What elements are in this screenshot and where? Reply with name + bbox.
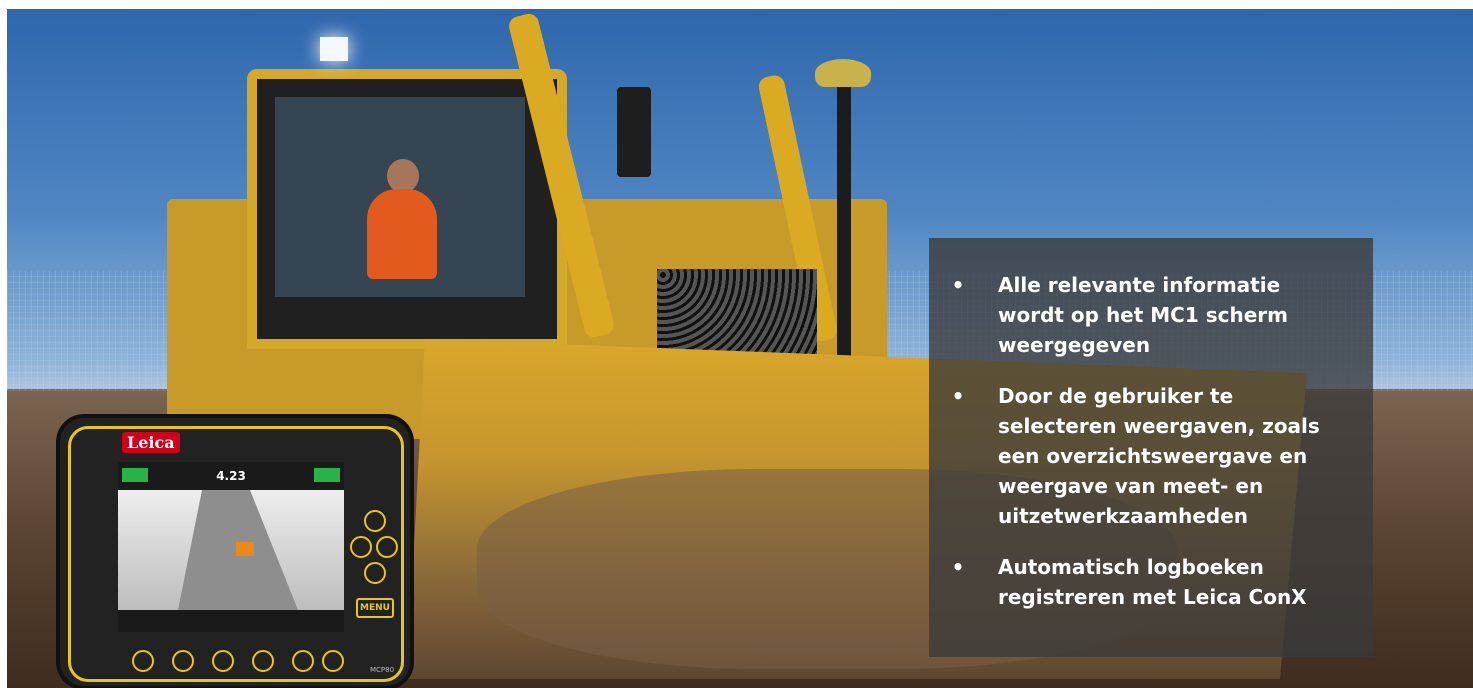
- machine-marker-icon: [236, 542, 254, 556]
- screen-softkey-bar: [118, 610, 344, 632]
- bullet-icon: •: [951, 384, 965, 408]
- feature-text: Alle relevante informatie wordt op het M…: [998, 273, 1288, 357]
- feature-list: • Alle relevante informatie wordt op het…: [929, 270, 1373, 633]
- device-model: MCP80: [370, 666, 395, 674]
- operator: [367, 189, 437, 279]
- softkey-1-icon: [132, 650, 154, 672]
- radiator-grille: [657, 269, 817, 359]
- screen-value: 4.23: [216, 469, 246, 483]
- bullet-icon: •: [951, 555, 965, 579]
- softkey-2-icon: [172, 650, 194, 672]
- feature-panel: • Alle relevante informatie wordt op het…: [929, 238, 1373, 657]
- exhaust-pipe: [617, 87, 651, 177]
- hero-banner: Leica 4.23 MENU MCP80 • Alle relevante i…: [0, 0, 1473, 688]
- softkey-4-icon: [252, 650, 274, 672]
- gnss-mast: [837, 69, 851, 369]
- arrow-up-icon: [364, 510, 386, 532]
- device-logo: Leica: [122, 432, 180, 453]
- mc1-control-panel: Leica 4.23 MENU MCP80: [60, 418, 410, 686]
- operator-head: [387, 159, 419, 193]
- gnss-antenna-icon: [815, 59, 871, 87]
- menu-key: MENU: [356, 598, 394, 618]
- softkey-5-icon: [292, 650, 314, 672]
- feature-item: • Automatisch logboeken registreren met …: [929, 552, 1373, 612]
- feature-item: • Alle relevante informatie wordt op het…: [929, 270, 1373, 360]
- bullet-icon: •: [951, 273, 965, 297]
- screen-indicator-left: [122, 468, 148, 482]
- screen-indicator-right: [314, 468, 340, 482]
- softkey-6-icon: [322, 650, 344, 672]
- arrow-down-icon: [364, 562, 386, 584]
- screen-topbar: 4.23: [118, 462, 344, 490]
- feature-text: Door de gebruiker te selecteren weergave…: [998, 384, 1320, 528]
- arrow-left-icon: [350, 536, 372, 558]
- feature-item: • Door de gebruiker te selecteren weerga…: [929, 381, 1373, 531]
- device-screen: 4.23: [118, 462, 344, 632]
- work-light-icon: [320, 37, 348, 61]
- arrow-right-icon: [376, 536, 398, 558]
- softkey-3-icon: [212, 650, 234, 672]
- feature-text: Automatisch logboeken registreren met Le…: [998, 555, 1307, 609]
